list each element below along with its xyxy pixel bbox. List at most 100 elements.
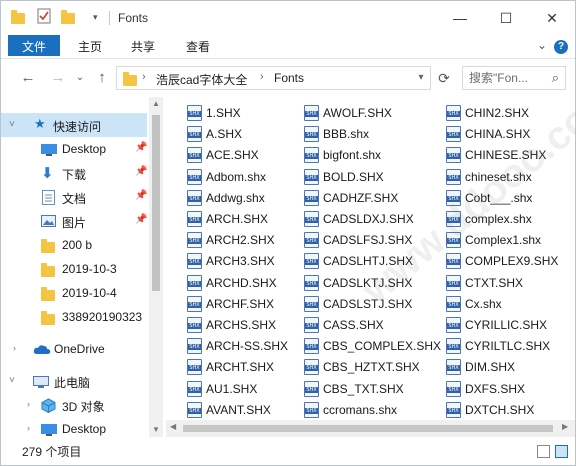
tab-share[interactable]: 共享 xyxy=(123,35,163,59)
file-list-scrollbar[interactable]: ◀ ▶ xyxy=(166,420,575,437)
properties-icon[interactable] xyxy=(37,8,51,27)
file-name: CASS.SHX xyxy=(323,318,384,332)
file-name: AVANT.SHX xyxy=(206,402,271,417)
search-input[interactable] xyxy=(469,68,549,88)
shx-file-icon xyxy=(187,189,202,206)
file-name: CADSLKTJ.SHX xyxy=(323,275,413,290)
tab-view[interactable]: 查看 xyxy=(178,35,218,59)
shx-file-icon xyxy=(187,338,202,355)
file-name: CHINA.SHX xyxy=(465,127,531,142)
sidebar-item-downloads[interactable]: ⬇ 下载 📌 xyxy=(1,161,147,185)
scrollbar-thumb[interactable] xyxy=(152,115,160,291)
window-title: Fonts xyxy=(118,11,149,25)
scroll-down-icon[interactable]: ▼ xyxy=(149,425,163,434)
chevron-down-icon[interactable]: ˅ xyxy=(9,119,15,130)
details-view-icon[interactable] xyxy=(537,445,550,458)
close-button[interactable]: ✕ xyxy=(529,1,575,35)
status-bar: 279 个项目 xyxy=(1,438,575,465)
search-box[interactable]: ⌕ xyxy=(462,66,566,90)
sidebar-item-quick-access[interactable]: ˅ ★ 快速访问 xyxy=(1,113,147,137)
sidebar-item-pictures[interactable]: 图片 📌 xyxy=(1,209,147,233)
sidebar-item-folder[interactable]: 338920190323 xyxy=(1,305,147,329)
help-icon[interactable]: ? xyxy=(554,40,568,54)
sidebar-item-label: 此电脑 xyxy=(54,376,91,390)
sidebar-item-folder[interactable]: 200 b xyxy=(1,233,147,257)
sidebar-item-label: Desktop xyxy=(62,142,107,156)
tab-file[interactable]: 文件 xyxy=(8,35,60,56)
breadcrumb-parent[interactable]: 浩辰cad字体大全 xyxy=(156,71,247,88)
pin-icon[interactable]: 📌 xyxy=(135,214,147,225)
up-button[interactable]: ↑ xyxy=(91,68,113,88)
back-button[interactable]: ← xyxy=(17,68,39,88)
navigation-pane-scrollbar[interactable]: ▲ ▼ xyxy=(149,97,163,437)
expand-ribbon-icon[interactable]: ⌄ xyxy=(537,38,547,52)
shx-file-icon xyxy=(446,274,461,291)
file-name: ARCH-SS.SHX xyxy=(206,339,289,354)
shx-file-icon xyxy=(304,211,319,227)
file-name: Cobt___.shx xyxy=(465,190,533,205)
maximize-button[interactable]: ☐ xyxy=(483,1,529,35)
file-list: 1.SHX A.SHX ACE.SHX Adbom.shx Addwg.shx ARCH.… xyxy=(166,97,575,419)
file-name: CADHZF.SHX xyxy=(323,190,399,205)
file-name: CADSLHTJ.SHX xyxy=(323,254,414,269)
file-name: CADSLSTJ.SHX xyxy=(323,296,413,311)
file-name: chineset.shx xyxy=(465,169,532,184)
shx-file-icon xyxy=(304,105,319,121)
breadcrumb-current[interactable]: Fonts xyxy=(274,71,304,85)
sidebar-item-3d-objects[interactable]: › 3D 对象 xyxy=(1,393,147,417)
scrollbar-thumb[interactable] xyxy=(183,425,553,432)
address-dropdown-icon[interactable]: ▾ xyxy=(412,66,430,90)
customize-toolbar-icon[interactable]: ▾ xyxy=(93,12,98,23)
file-name: Addwg.shx xyxy=(206,190,265,205)
scroll-right-icon[interactable]: ▶ xyxy=(562,422,568,431)
shx-file-icon xyxy=(446,359,461,376)
shx-file-icon xyxy=(187,295,202,312)
pin-icon[interactable]: 📌 xyxy=(135,190,147,201)
shx-file-icon xyxy=(446,253,461,270)
list-view-icon[interactable] xyxy=(555,445,568,458)
forward-button[interactable]: → xyxy=(47,68,69,88)
sidebar-item-onedrive[interactable]: › OneDrive xyxy=(1,337,147,361)
scroll-left-icon[interactable]: ◀ xyxy=(170,422,176,431)
file-name: CBS_TXT.SHX xyxy=(323,381,404,396)
chevron-right-icon[interactable]: › xyxy=(13,343,16,353)
star-icon: ★ xyxy=(34,116,46,131)
sidebar-item-pc-desktop[interactable]: › Desktop xyxy=(1,417,147,437)
computer-icon xyxy=(33,376,49,391)
chevron-down-icon[interactable]: ˅ xyxy=(9,375,15,386)
shx-file-icon xyxy=(187,126,202,143)
sidebar-item-folder[interactable]: 2019-10-3 xyxy=(1,257,147,281)
file-name: DXFS.SHX xyxy=(465,381,526,396)
shx-file-icon xyxy=(304,126,319,143)
breadcrumb-separator[interactable]: › xyxy=(142,71,146,83)
sidebar-item-this-pc[interactable]: ˅ 此电脑 xyxy=(1,369,147,393)
file-name: COMPLEX9.SHX xyxy=(465,254,559,269)
shx-file-icon xyxy=(187,253,202,270)
address-bar[interactable]: › 浩辰cad字体大全 › Fonts xyxy=(116,66,431,90)
minimize-button[interactable]: — xyxy=(437,1,483,35)
shx-file-icon xyxy=(446,211,461,227)
scroll-up-icon[interactable]: ▲ xyxy=(149,99,163,108)
sidebar-item-label: 2019-10-3 xyxy=(62,262,117,276)
refresh-icon[interactable]: ⟳ xyxy=(433,66,455,90)
file-name: BOLD.SHX xyxy=(323,169,384,184)
file-name: ARCH3.SHX xyxy=(206,254,275,269)
shx-file-icon xyxy=(187,359,202,376)
sidebar-item-documents[interactable]: 文档 📌 xyxy=(1,185,147,209)
file-name: ARCH.SHX xyxy=(206,212,269,226)
chevron-right-icon[interactable]: › xyxy=(27,399,30,409)
shx-file-icon xyxy=(446,401,461,418)
recent-locations-button[interactable]: ⌄ xyxy=(73,68,87,88)
shx-file-icon xyxy=(187,401,202,418)
file-name: CHINESE.SHX xyxy=(465,148,547,163)
pin-icon[interactable]: 📌 xyxy=(135,166,147,177)
chevron-right-icon[interactable]: › xyxy=(27,423,30,433)
sidebar-item-folder[interactable]: 2019-10-4 xyxy=(1,281,147,305)
tab-home[interactable]: 主页 xyxy=(70,35,110,59)
shx-file-icon xyxy=(304,253,319,270)
sidebar-item-desktop[interactable]: Desktop 📌 xyxy=(1,137,147,161)
breadcrumb-separator[interactable]: › xyxy=(260,71,264,83)
navigation-bar: ← → ⌄ ↑ › 浩辰cad字体大全 › Fonts ▾ ⟳ ⌕ xyxy=(1,60,575,96)
shx-file-icon xyxy=(446,168,461,185)
pin-icon[interactable]: 📌 xyxy=(135,142,147,153)
